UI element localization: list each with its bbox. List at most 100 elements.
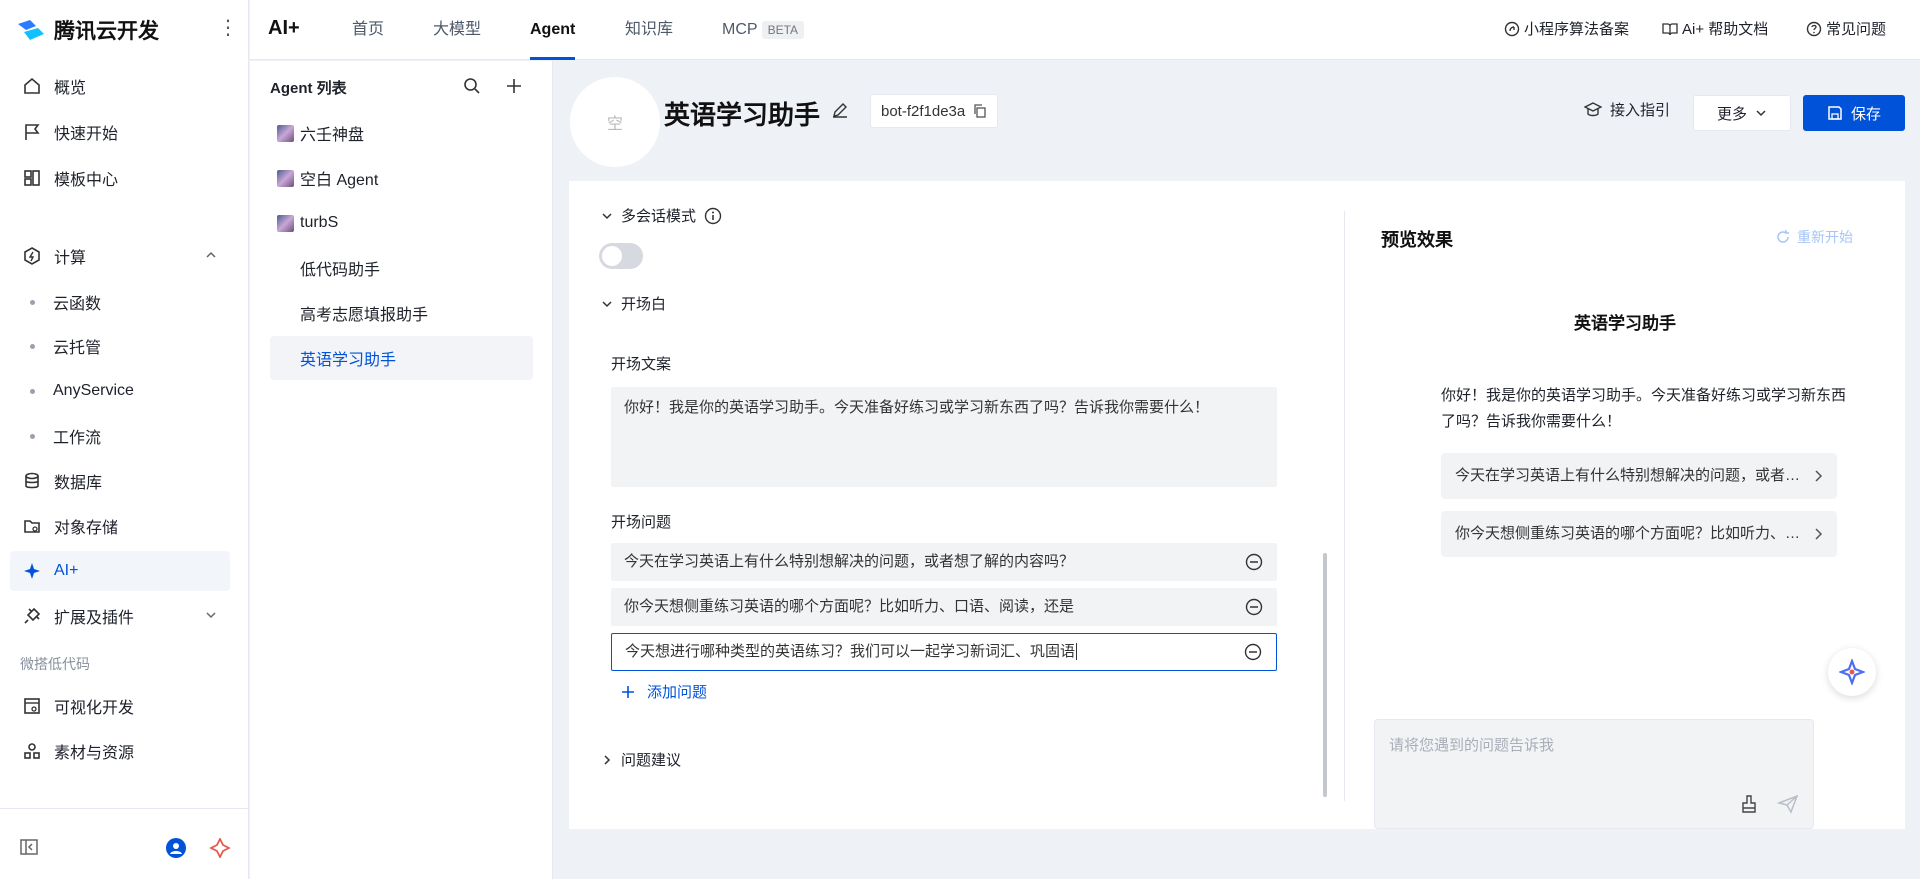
- grid-icon: [22, 168, 42, 188]
- bot-id-chip: bot-f2f1de3a: [870, 94, 999, 128]
- sidebar-item-label: 模板中心: [54, 172, 119, 189]
- info-icon[interactable]: [704, 207, 722, 225]
- more-button[interactable]: 更多: [1693, 95, 1791, 131]
- floating-ai-button[interactable]: [1828, 648, 1876, 696]
- restart-button[interactable]: 重新开始: [1775, 227, 1853, 247]
- agent-item[interactable]: 空白 Agent: [270, 156, 533, 200]
- graduation-cap-icon: [1584, 101, 1602, 116]
- tab-knowledge[interactable]: 知识库: [625, 0, 673, 60]
- sidebar-item-quickstart[interactable]: 快速开始: [10, 112, 230, 152]
- agent-avatar: [277, 124, 294, 142]
- mini-program-filing-link[interactable]: 小程序算法备案: [1504, 18, 1629, 39]
- collapse-sidebar-icon[interactable]: [20, 839, 38, 860]
- opening-text-input[interactable]: 你好！我是你的英语学习助手。今天准备好练习或学习新东西了吗？告诉我你需要什么！: [611, 387, 1277, 487]
- agent-item[interactable]: 低代码助手: [270, 246, 533, 290]
- sidebar-item-templates[interactable]: 模板中心: [10, 158, 230, 198]
- sidebar-item-label: 概览: [54, 80, 87, 97]
- sidebar-item-label: 可视化开发: [54, 700, 135, 717]
- agent-name: 英语学习助手: [664, 100, 821, 130]
- sidebar-item-label: AI+: [54, 562, 79, 579]
- opening-question-input[interactable]: 今天在学习英语上有什么特别想解决的问题，或者想了解的内容吗？: [611, 543, 1277, 581]
- add-agent-icon[interactable]: [505, 77, 523, 100]
- save-icon: [1828, 106, 1842, 120]
- sparkle-icon: [22, 561, 42, 581]
- agent-avatar-large[interactable]: 空: [570, 77, 660, 167]
- faq-link[interactable]: 常见问题: [1806, 18, 1886, 39]
- user-avatar-icon[interactable]: [166, 838, 186, 863]
- chevron-down-icon: [602, 300, 612, 307]
- tab-mcp[interactable]: MCP BETA: [722, 0, 805, 60]
- agent-avatar: [277, 169, 294, 187]
- sidebar-item-anyservice[interactable]: AnyService: [10, 371, 230, 411]
- tab-agent[interactable]: Agent: [530, 0, 576, 60]
- agent-avatar: [277, 260, 294, 277]
- agent-item[interactable]: turbS: [270, 201, 533, 245]
- sidebar-item-workflow[interactable]: 工作流: [10, 416, 230, 456]
- opening-header[interactable]: 开场白: [601, 293, 666, 314]
- database-icon: [22, 471, 42, 491]
- sidebar-item-label: 快速开始: [54, 126, 119, 143]
- sidebar-item-extensions[interactable]: 扩展及插件: [10, 596, 230, 636]
- agent-item[interactable]: 高考志愿填报助手: [270, 291, 533, 335]
- preview-suggested-question[interactable]: 你今天想侧重练习英语的哪个方面呢？比如听力、口语、阅读，还是: [1441, 511, 1837, 557]
- sidebar-item-label: 云函数: [53, 296, 102, 313]
- search-icon[interactable]: [463, 77, 481, 100]
- preview-suggested-question[interactable]: 今天在学习英语上有什么特别想解决的问题，或者想了解的内容吗？: [1441, 453, 1837, 499]
- opening-questions-label: 开场问题: [611, 514, 672, 531]
- sidebar-item-assets[interactable]: 素材与资源: [10, 731, 230, 771]
- help-docs-link[interactable]: Ai+ 帮助文档: [1662, 18, 1768, 39]
- clear-brush-icon[interactable]: [1739, 794, 1759, 814]
- plus-icon: [622, 685, 634, 698]
- remove-circle-icon[interactable]: [1245, 598, 1263, 616]
- more-vertical-icon[interactable]: ⋮: [218, 18, 238, 38]
- sidebar-item-compute[interactable]: 计算: [10, 236, 230, 276]
- sidebar-item-functions[interactable]: 云函数: [10, 282, 230, 322]
- sidebar-footer: [0, 808, 249, 879]
- sidebar-item-visual-dev[interactable]: 可视化开发: [10, 686, 230, 726]
- access-guide-button[interactable]: 接入指引: [1584, 99, 1670, 120]
- send-icon[interactable]: [1777, 794, 1799, 814]
- mini-program-icon: [1504, 21, 1520, 36]
- refresh-icon: [1777, 230, 1789, 243]
- brand[interactable]: 腾讯云开发: [0, 0, 248, 60]
- chevron-right-icon: [1815, 470, 1823, 482]
- sidebar-item-ai[interactable]: AI+: [10, 551, 230, 591]
- preview-greeting: 你好！我是你的英语学习助手。今天准备好练习或学习新东西了吗？告诉我你需要什么！: [1441, 387, 1847, 430]
- config-scrollbar[interactable]: [1323, 553, 1327, 797]
- sidebar-item-label: 扩展及插件: [54, 610, 135, 627]
- copy-icon[interactable]: [973, 104, 987, 118]
- opening-question-input-focused[interactable]: 今天想进行哪种类型的英语练习？我们可以一起学习新词汇、巩固语​: [611, 633, 1277, 671]
- beta-badge: BETA: [761, 21, 805, 39]
- sidebar-item-cloudrun[interactable]: 云托管: [10, 326, 230, 366]
- sidebar: 腾讯云开发 ⋮ 概览 快速开始 模板中心 计算 云函数 云托管 AnyServi…: [0, 0, 249, 879]
- plug-icon: [22, 606, 42, 626]
- agent-item-selected[interactable]: 英语学习助手: [270, 336, 533, 380]
- save-button[interactable]: 保存: [1803, 95, 1905, 131]
- tab-home[interactable]: 首页: [352, 0, 384, 60]
- sidebar-item-label: AnyService: [53, 382, 134, 399]
- multi-session-toggle[interactable]: [599, 243, 643, 269]
- edit-icon[interactable]: [831, 101, 849, 124]
- agent-header: 空 英语学习助手 bot-f2f1de3a 接入指引 更多 保存: [554, 61, 1920, 181]
- sidebar-item-storage[interactable]: 对象存储: [10, 506, 230, 546]
- main-content: 空 英语学习助手 bot-f2f1de3a 接入指引 更多 保存 多会话模式 开…: [554, 61, 1920, 879]
- remove-circle-icon[interactable]: [1245, 553, 1263, 571]
- bullet-icon: [30, 433, 35, 439]
- bullet-icon: [30, 388, 35, 394]
- agent-avatar: [277, 350, 294, 367]
- multi-session-header[interactable]: 多会话模式: [601, 205, 730, 226]
- ai-assistant-icon[interactable]: [208, 836, 232, 863]
- preview-bot-name: 英语学习助手: [1574, 314, 1676, 333]
- sidebar-item-overview[interactable]: 概览: [10, 66, 230, 106]
- agent-item[interactable]: 六壬神盘: [270, 111, 533, 155]
- suggestions-header[interactable]: 问题建议: [601, 749, 681, 770]
- preview-chat-input[interactable]: 请将您遇到的问题告诉我: [1374, 719, 1814, 829]
- sidebar-item-database[interactable]: 数据库: [10, 461, 230, 501]
- remove-circle-icon[interactable]: [1244, 643, 1262, 661]
- agent-list-panel: Agent 列表 六壬神盘 空白 Agent turbS 低代码助手 高考志愿填…: [250, 61, 553, 879]
- opening-question-input[interactable]: 你今天想侧重练习英语的哪个方面呢？比如听力、口语、阅读，还是: [611, 588, 1277, 626]
- sidebar-item-label: 对象存储: [54, 520, 119, 537]
- book-icon: [1662, 22, 1678, 35]
- tab-llm[interactable]: 大模型: [433, 0, 481, 60]
- add-question-button[interactable]: 添加问题: [621, 681, 707, 702]
